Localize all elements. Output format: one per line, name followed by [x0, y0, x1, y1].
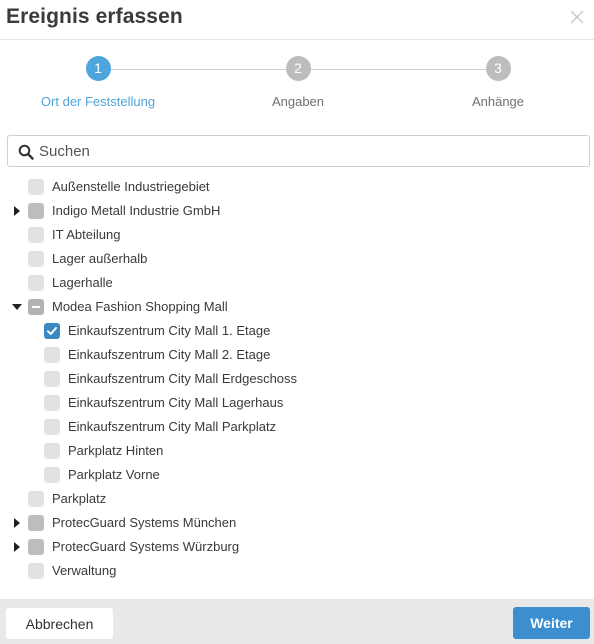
- stepper: 1 Ort der Feststellung 2 Angaben 3 Anhän…: [0, 56, 594, 116]
- step-3-number: 3: [485, 56, 511, 81]
- step-3[interactable]: 3 Anhänge: [428, 56, 568, 109]
- tree-row[interactable]: Einkaufszentrum City Mall 1. Etage: [0, 319, 594, 343]
- tree-item-label: Verwaltung: [52, 563, 117, 578]
- step-1-label: Ort der Feststellung: [40, 94, 156, 109]
- checkbox[interactable]: [28, 491, 44, 507]
- step-2-label: Angaben: [271, 94, 325, 109]
- tree-item-label: IT Abteilung: [52, 227, 121, 242]
- tree-item-label: Parkplatz Hinten: [68, 443, 164, 458]
- checkbox[interactable]: [28, 179, 44, 195]
- caret-down-icon[interactable]: [12, 302, 22, 312]
- search-box: [7, 135, 590, 167]
- checkbox[interactable]: [28, 203, 44, 219]
- checkbox[interactable]: [44, 443, 60, 459]
- tree-item-label: Einkaufszentrum City Mall Lagerhaus: [68, 395, 284, 410]
- tree-item-label: Einkaufszentrum City Mall 2. Etage: [68, 347, 271, 362]
- dialog-footer: Abbrechen Weiter: [0, 599, 594, 644]
- tree-item-label: ProtecGuard Systems Würzburg: [52, 539, 240, 554]
- checkbox[interactable]: [28, 251, 44, 267]
- tree-row[interactable]: Parkplatz Hinten: [0, 439, 594, 463]
- tree-item-label: ProtecGuard Systems München: [52, 515, 237, 530]
- checkbox[interactable]: [28, 563, 44, 579]
- caret-right-icon[interactable]: [12, 518, 22, 528]
- tree-item-label: Parkplatz Vorne: [68, 467, 160, 482]
- close-icon[interactable]: [568, 8, 586, 26]
- checkbox[interactable]: [28, 227, 44, 243]
- tree-item-label: Indigo Metall Industrie GmbH: [52, 203, 221, 218]
- tree-item-label: Modea Fashion Shopping Mall: [52, 299, 228, 314]
- checkbox[interactable]: [28, 515, 44, 531]
- caret-right-icon[interactable]: [12, 542, 22, 552]
- tree-row[interactable]: Einkaufszentrum City Mall Parkplatz: [0, 415, 594, 439]
- tree-row[interactable]: Modea Fashion Shopping Mall: [0, 295, 594, 319]
- tree-row[interactable]: Einkaufszentrum City Mall Erdgeschoss: [0, 367, 594, 391]
- checkbox-checked[interactable]: [44, 323, 60, 339]
- checkbox[interactable]: [28, 539, 44, 555]
- tree-row[interactable]: ProtecGuard Systems Würzburg: [0, 535, 594, 559]
- checkbox[interactable]: [44, 371, 60, 387]
- tree-row[interactable]: Verwaltung: [0, 559, 594, 583]
- tree-item-label: Außenstelle Industriegebiet: [52, 179, 210, 194]
- tree-row[interactable]: Lager außerhalb: [0, 247, 594, 271]
- tree-row[interactable]: Einkaufszentrum City Mall 2. Etage: [0, 343, 594, 367]
- checkbox[interactable]: [44, 395, 60, 411]
- tree-row[interactable]: Einkaufszentrum City Mall Lagerhaus: [0, 391, 594, 415]
- tree-row[interactable]: Parkplatz: [0, 487, 594, 511]
- tree-row[interactable]: ProtecGuard Systems München: [0, 511, 594, 535]
- tree-item-label: Einkaufszentrum City Mall Erdgeschoss: [68, 371, 298, 386]
- tree-item-label: Lager außerhalb: [52, 251, 148, 266]
- caret-right-icon[interactable]: [12, 206, 22, 216]
- tree-row[interactable]: Außenstelle Industriegebiet: [0, 175, 594, 199]
- checkbox[interactable]: [28, 275, 44, 291]
- tree-item-label: Parkplatz: [52, 491, 107, 506]
- checkbox[interactable]: [44, 347, 60, 363]
- dialog-title: Ereignis erfassen: [6, 5, 183, 28]
- step-1-number: 1: [85, 56, 111, 81]
- step-1[interactable]: 1 Ort der Feststellung: [28, 56, 168, 109]
- next-button[interactable]: Weiter: [513, 607, 590, 639]
- cancel-button[interactable]: Abbrechen: [6, 608, 113, 639]
- checkbox[interactable]: [44, 467, 60, 483]
- search-input[interactable]: [39, 140, 579, 162]
- tree-item-label: Einkaufszentrum City Mall 1. Etage: [68, 323, 271, 338]
- step-3-label: Anhänge: [471, 94, 525, 109]
- checkbox[interactable]: [44, 419, 60, 435]
- search-icon: [18, 144, 34, 160]
- checkbox-indeterminate[interactable]: [28, 299, 44, 315]
- step-2[interactable]: 2 Angaben: [228, 56, 368, 109]
- tree-row[interactable]: Lagerhalle: [0, 271, 594, 295]
- step-2-number: 2: [285, 56, 311, 81]
- tree-row[interactable]: Parkplatz Vorne: [0, 463, 594, 487]
- tree-row[interactable]: Indigo Metall Industrie GmbH: [0, 199, 594, 223]
- dialog-header: Ereignis erfassen: [0, 0, 594, 40]
- tree-item-label: Einkaufszentrum City Mall Parkplatz: [68, 419, 277, 434]
- tree-item-label: Lagerhalle: [52, 275, 113, 290]
- tree-row[interactable]: IT Abteilung: [0, 223, 594, 247]
